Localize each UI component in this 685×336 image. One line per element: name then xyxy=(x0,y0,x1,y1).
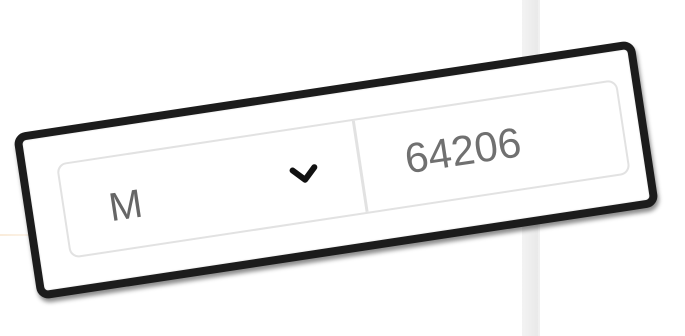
state-select-value: M xyxy=(105,181,146,230)
zip-code-input[interactable]: 64206 xyxy=(355,81,629,211)
zoomed-form-card: M 64206 xyxy=(12,39,660,301)
chevron-down-icon[interactable] xyxy=(287,158,321,192)
screen: M 64206 xyxy=(0,0,685,336)
state-zip-input-group: M 64206 xyxy=(55,79,631,259)
state-select[interactable]: M xyxy=(58,120,369,257)
